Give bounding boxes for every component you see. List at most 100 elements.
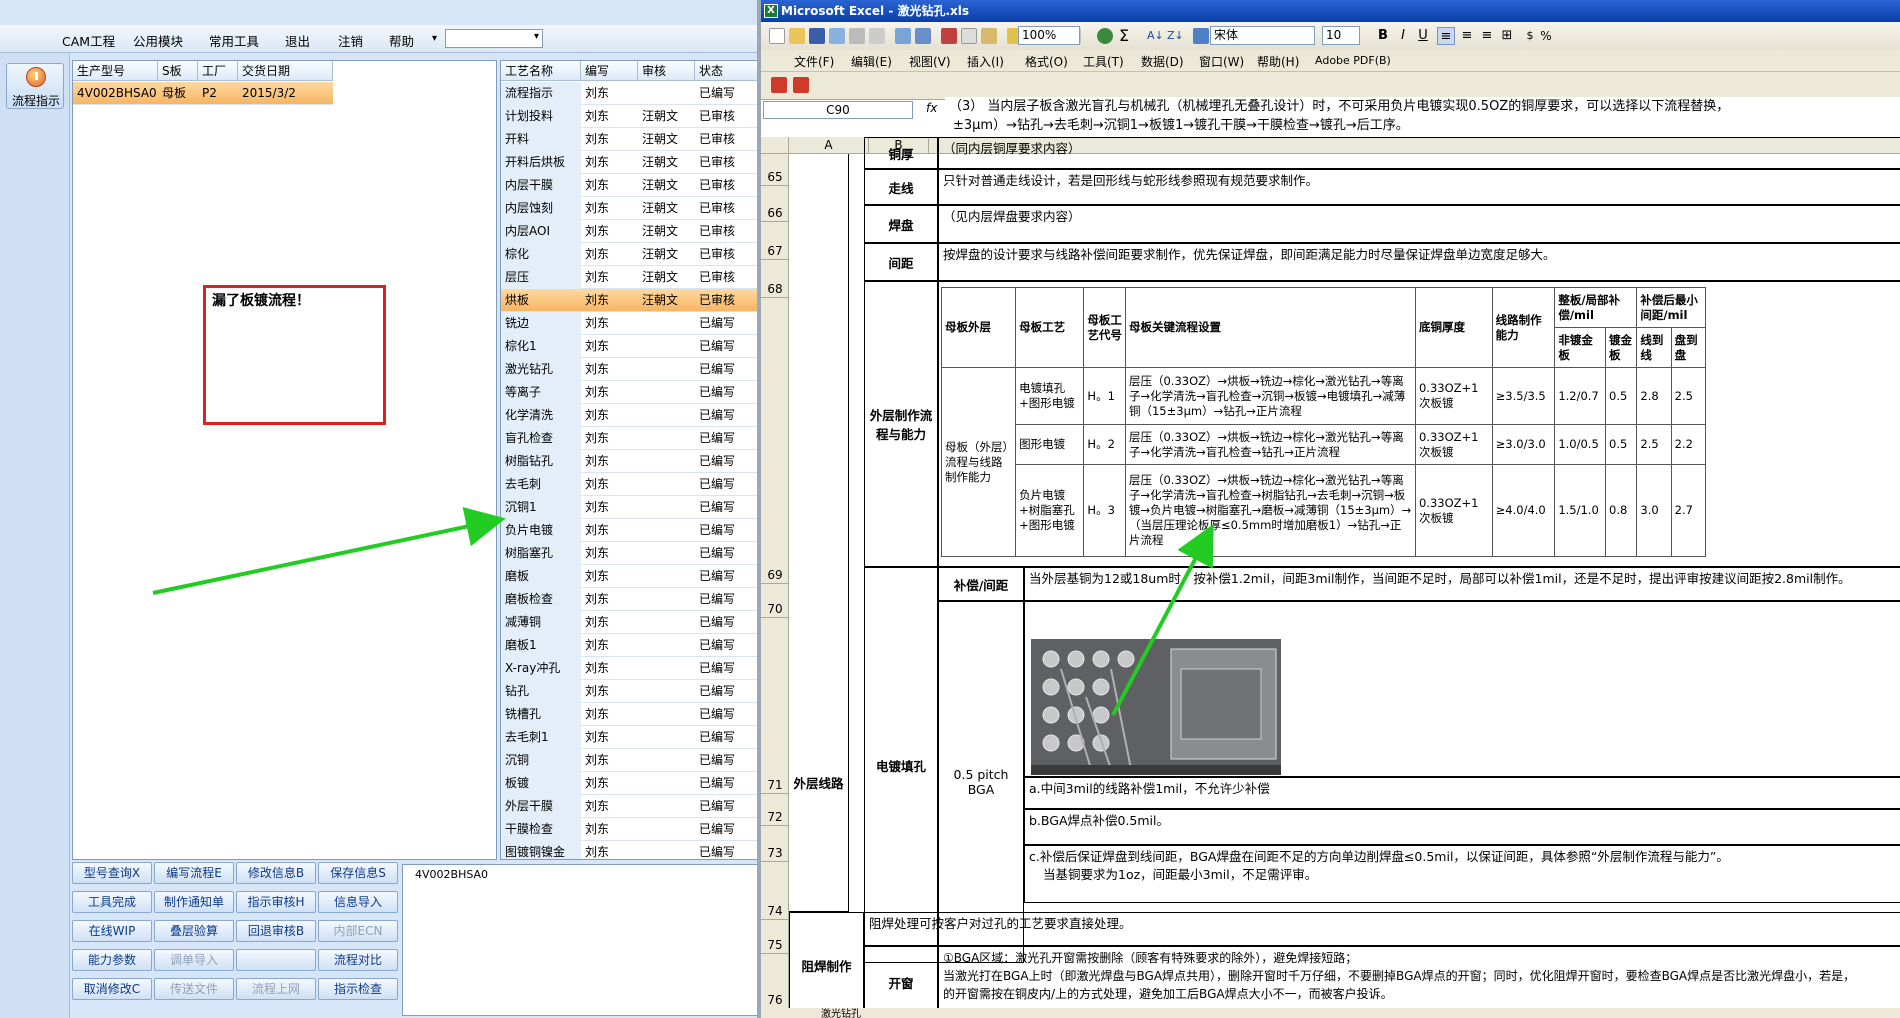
row-header[interactable]: 71 xyxy=(761,618,789,794)
new-icon[interactable] xyxy=(769,28,785,44)
panel-button[interactable]: 保存信息S xyxy=(318,862,398,884)
row-header[interactable]: 74 xyxy=(761,862,789,920)
col-header[interactable]: 交货日期 xyxy=(238,61,333,81)
panel-button[interactable]: 回退审核B xyxy=(236,920,316,942)
table-row[interactable]: 去毛刺 刘东 已编写 xyxy=(501,473,757,496)
panel-button[interactable]: 指示检查 xyxy=(318,978,398,1000)
formula-bar[interactable]: （3） 当内层子板含激光盲孔与机械孔（机械埋孔无叠孔设计）时，不可采用负片电镀实… xyxy=(945,97,1900,137)
row-header[interactable]: 76 xyxy=(761,954,789,1009)
text-trace[interactable]: 只针对普通走线设计，若是回形线与蛇形线参照现有规范要求制作。 xyxy=(938,169,1900,205)
col-header-a[interactable]: A xyxy=(789,137,869,154)
col-header[interactable]: 审核 xyxy=(638,61,695,81)
bold-button[interactable]: B xyxy=(1374,27,1392,45)
panel-button[interactable]: 在线WIP xyxy=(72,920,152,942)
panel-button[interactable]: 编写流程E xyxy=(154,862,234,884)
paste-icon[interactable] xyxy=(981,28,997,44)
menu-data[interactable]: 数据(D) xyxy=(1141,53,1184,70)
text-c[interactable]: c.补偿后保证焊盘到线间距，BGA焊盘在间距不足的方向单边削焊盘≤0.5mil，… xyxy=(1024,845,1900,903)
row-header[interactable]: 68 xyxy=(761,260,789,298)
name-box[interactable]: C90 xyxy=(763,101,913,119)
panel-button[interactable]: 制作通知单 xyxy=(154,891,234,913)
table-row[interactable]: 计划投料 刘东 汪朝文 已审核 xyxy=(501,105,757,128)
col-header[interactable]: 生产型号 xyxy=(73,61,158,81)
col-header[interactable]: 工厂 xyxy=(198,61,238,81)
label-comp[interactable]: 补偿/间距 xyxy=(938,567,1024,601)
panel-button[interactable]: 信息导入 xyxy=(318,891,398,913)
table-row[interactable]: 内层蚀刻 刘东 汪朝文 已审核 xyxy=(501,197,757,220)
row-header[interactable]: 75 xyxy=(761,920,789,954)
col-header[interactable]: S板 xyxy=(158,61,198,81)
label-pad[interactable]: 焊盘 xyxy=(864,205,938,243)
table-row[interactable]: 减薄铜 刘东 已编写 xyxy=(501,611,757,634)
table-row[interactable]: 盲孔检查 刘东 已编写 xyxy=(501,427,757,450)
table-row[interactable]: 激光钻孔 刘东 已编写 xyxy=(501,358,757,381)
row-header[interactable]: 69 xyxy=(761,298,789,584)
underline-button[interactable]: U xyxy=(1414,27,1432,45)
menu-help[interactable]: 帮助(H) xyxy=(1257,53,1299,70)
pdf-mail-icon[interactable] xyxy=(793,77,809,93)
panel-button[interactable]: 能力参数 xyxy=(72,949,152,971)
table-row[interactable]: 板镀 刘东 已编写 xyxy=(501,772,757,795)
panel-button[interactable]: 修改信息B xyxy=(236,862,316,884)
panel-button[interactable]: 传送文件 xyxy=(154,978,234,1000)
table-row[interactable]: X-ray冲孔 刘东 已编写 xyxy=(501,657,757,680)
menu-cam[interactable]: CAM工程 xyxy=(62,31,115,50)
section-mask-cell[interactable]: 阻焊制作 xyxy=(789,912,864,1018)
row-header[interactable]: 67 xyxy=(761,222,789,260)
text-pad[interactable]: （见内层焊盘要求内容） xyxy=(938,205,1900,243)
spreadsheet[interactable]: A B 65 66 67 68 69 70 71 72 73 74 75 76 外层线路 铜厚 （同内… xyxy=(761,137,1900,1018)
table-row[interactable]: 沉铜 刘东 已编写 xyxy=(501,749,757,772)
sort-asc-icon[interactable]: A↓ xyxy=(1147,28,1164,44)
panel-button[interactable]: 流程对比 xyxy=(318,949,398,971)
table-row[interactable]: 树脂钻孔 刘东 已编写 xyxy=(501,450,757,473)
table-row[interactable]: 4V002BHSA0 母板 P2 2015/3/2 xyxy=(73,82,333,105)
menu-edit[interactable]: 编辑(E) xyxy=(851,53,892,70)
autosum-icon[interactable]: Σ xyxy=(1119,28,1135,44)
menu-view[interactable]: 视图(V) xyxy=(909,53,951,70)
label-spacing[interactable]: 间距 xyxy=(864,243,938,281)
zoom-select[interactable]: 100% xyxy=(1018,26,1080,45)
cam-combo[interactable] xyxy=(445,29,543,48)
table-row[interactable]: 内层AOI 刘东 汪朝文 已审核 xyxy=(501,220,757,243)
col-header[interactable]: 状态 xyxy=(695,61,757,81)
table-row[interactable]: 烘板 刘东 汪朝文 已审核 xyxy=(501,289,757,312)
table-row[interactable]: 磨板检查 刘东 已编写 xyxy=(501,588,757,611)
table-row[interactable]: 棕化 刘东 汪朝文 已审核 xyxy=(501,243,757,266)
text-a[interactable]: a.中间3mil的线路补偿1mil，不允许少补偿 xyxy=(1024,777,1900,809)
label-copper[interactable]: 铜厚 xyxy=(864,137,938,169)
menu-tools[interactable]: 常用工具 xyxy=(209,31,259,50)
menu-insert[interactable]: 插入(I) xyxy=(967,53,1004,70)
flow-indicator-button[interactable]: 流程指示 xyxy=(6,63,64,109)
table-row[interactable]: 去毛刺1 刘东 已编写 xyxy=(501,726,757,749)
cut-icon[interactable] xyxy=(941,28,957,44)
panel-button[interactable]: 取消修改C xyxy=(72,978,152,1000)
fx-icon[interactable]: fx xyxy=(926,101,937,115)
menu-tools[interactable]: 工具(T) xyxy=(1083,53,1124,70)
table-row[interactable]: 树脂塞孔 刘东 已编写 xyxy=(501,542,757,565)
pdf-convert-icon[interactable] xyxy=(771,77,787,93)
section-outer-cell[interactable]: 外层线路 xyxy=(789,154,849,912)
permission-icon[interactable] xyxy=(829,28,845,44)
label-trace[interactable]: 走线 xyxy=(864,169,938,205)
select-all-corner[interactable] xyxy=(761,137,789,154)
label-outer-process[interactable]: 外层制作流程与能力 xyxy=(864,281,938,567)
menu-file[interactable]: 文件(F) xyxy=(794,53,834,70)
menu-window[interactable]: 窗口(W) xyxy=(1199,53,1244,70)
table-row[interactable]: 等离子 刘东 已编写 xyxy=(501,381,757,404)
spelling-icon[interactable] xyxy=(895,28,911,44)
table-row[interactable]: 图镀铜镍金 刘东 已编写 xyxy=(501,841,757,859)
table-row[interactable]: 钻孔 刘东 已编写 xyxy=(501,680,757,703)
table-row[interactable]: 开料 刘东 汪朝文 已审核 xyxy=(501,128,757,151)
col-header[interactable]: 编写 xyxy=(581,61,638,81)
chevron-down-icon[interactable]: ▾ xyxy=(432,33,437,44)
row-header[interactable]: 73 xyxy=(761,826,789,862)
table-row[interactable]: 磨板1 刘东 已编写 xyxy=(501,634,757,657)
table-row[interactable]: 沉铜1 刘东 已编写 xyxy=(501,496,757,519)
panel-button[interactable]: 叠层验算 xyxy=(154,920,234,942)
menu-logout[interactable]: 注销 xyxy=(338,31,363,50)
panel-button[interactable]: 流程上网 xyxy=(236,978,316,1000)
label-bga[interactable]: 0.5 pitch BGA xyxy=(938,601,1024,963)
percent-button[interactable]: % xyxy=(1537,27,1555,45)
panel-button[interactable]: 工具完成 xyxy=(72,891,152,913)
sheet-tab[interactable]: 激光钻孔 xyxy=(821,1005,861,1018)
